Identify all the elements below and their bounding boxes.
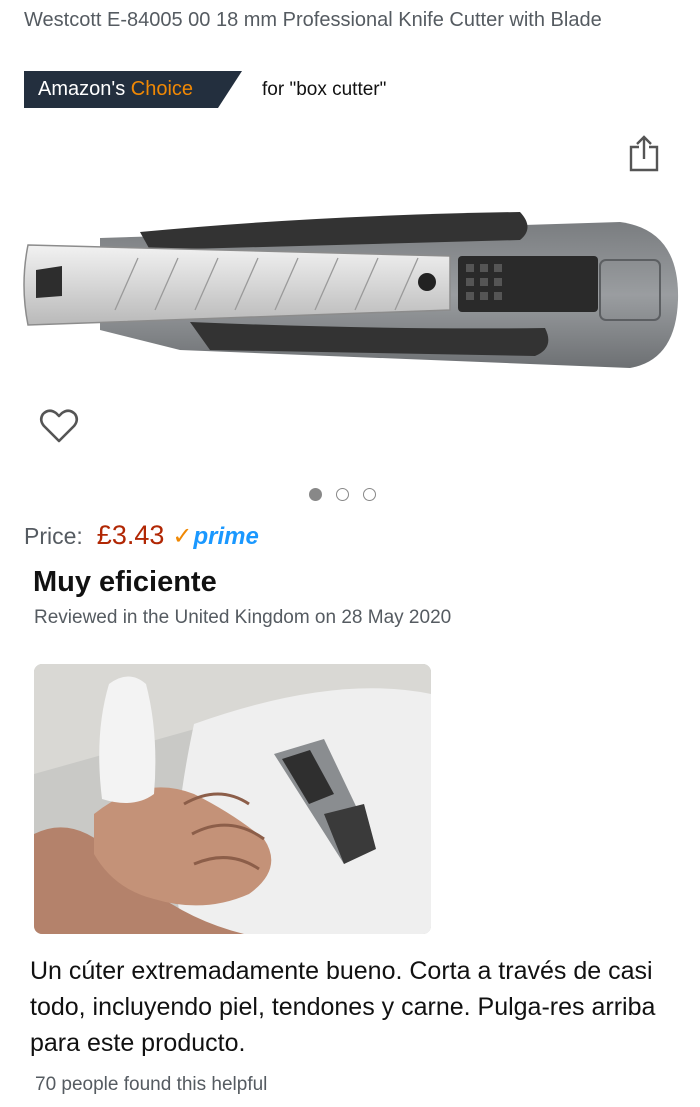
review-meta: Reviewed in the United Kingdom on 28 May… <box>34 607 452 628</box>
amazons-choice-badge[interactable]: Amazon's Choice <box>24 71 242 108</box>
review-photo[interactable] <box>34 664 431 934</box>
heart-icon[interactable] <box>38 405 80 447</box>
product-image-box-cutter[interactable] <box>20 200 682 390</box>
carousel-dot[interactable] <box>336 488 349 501</box>
share-icon[interactable] <box>627 133 661 173</box>
image-carousel-dots <box>309 488 376 501</box>
price-value: £3.43 <box>96 520 165 550</box>
prime-badge: ✓prime <box>172 522 258 551</box>
price-label: Price: <box>24 523 83 549</box>
badge-prefix: Amazon's <box>38 78 131 100</box>
product-title: Westcott E-84005 00 18 mm Professional K… <box>24 9 602 31</box>
badge-for-text: for "box cutter" <box>262 78 387 100</box>
checkmark-icon: ✓ <box>172 523 193 550</box>
amazons-choice-row: Amazon's Choice for "box cutter" <box>24 71 386 108</box>
prime-label: prime <box>193 523 259 550</box>
review-body: Un cúter extremadamente bueno. Corta a t… <box>30 957 656 1057</box>
review-title: Muy eficiente <box>33 566 217 598</box>
price-row: Price: £3.43 ✓prime <box>24 520 259 551</box>
carousel-dot[interactable] <box>309 488 322 501</box>
carousel-dot[interactable] <box>363 488 376 501</box>
badge-choice-word: Choice <box>130 78 194 100</box>
helpful-count: 70 people found this helpful <box>35 1074 268 1095</box>
